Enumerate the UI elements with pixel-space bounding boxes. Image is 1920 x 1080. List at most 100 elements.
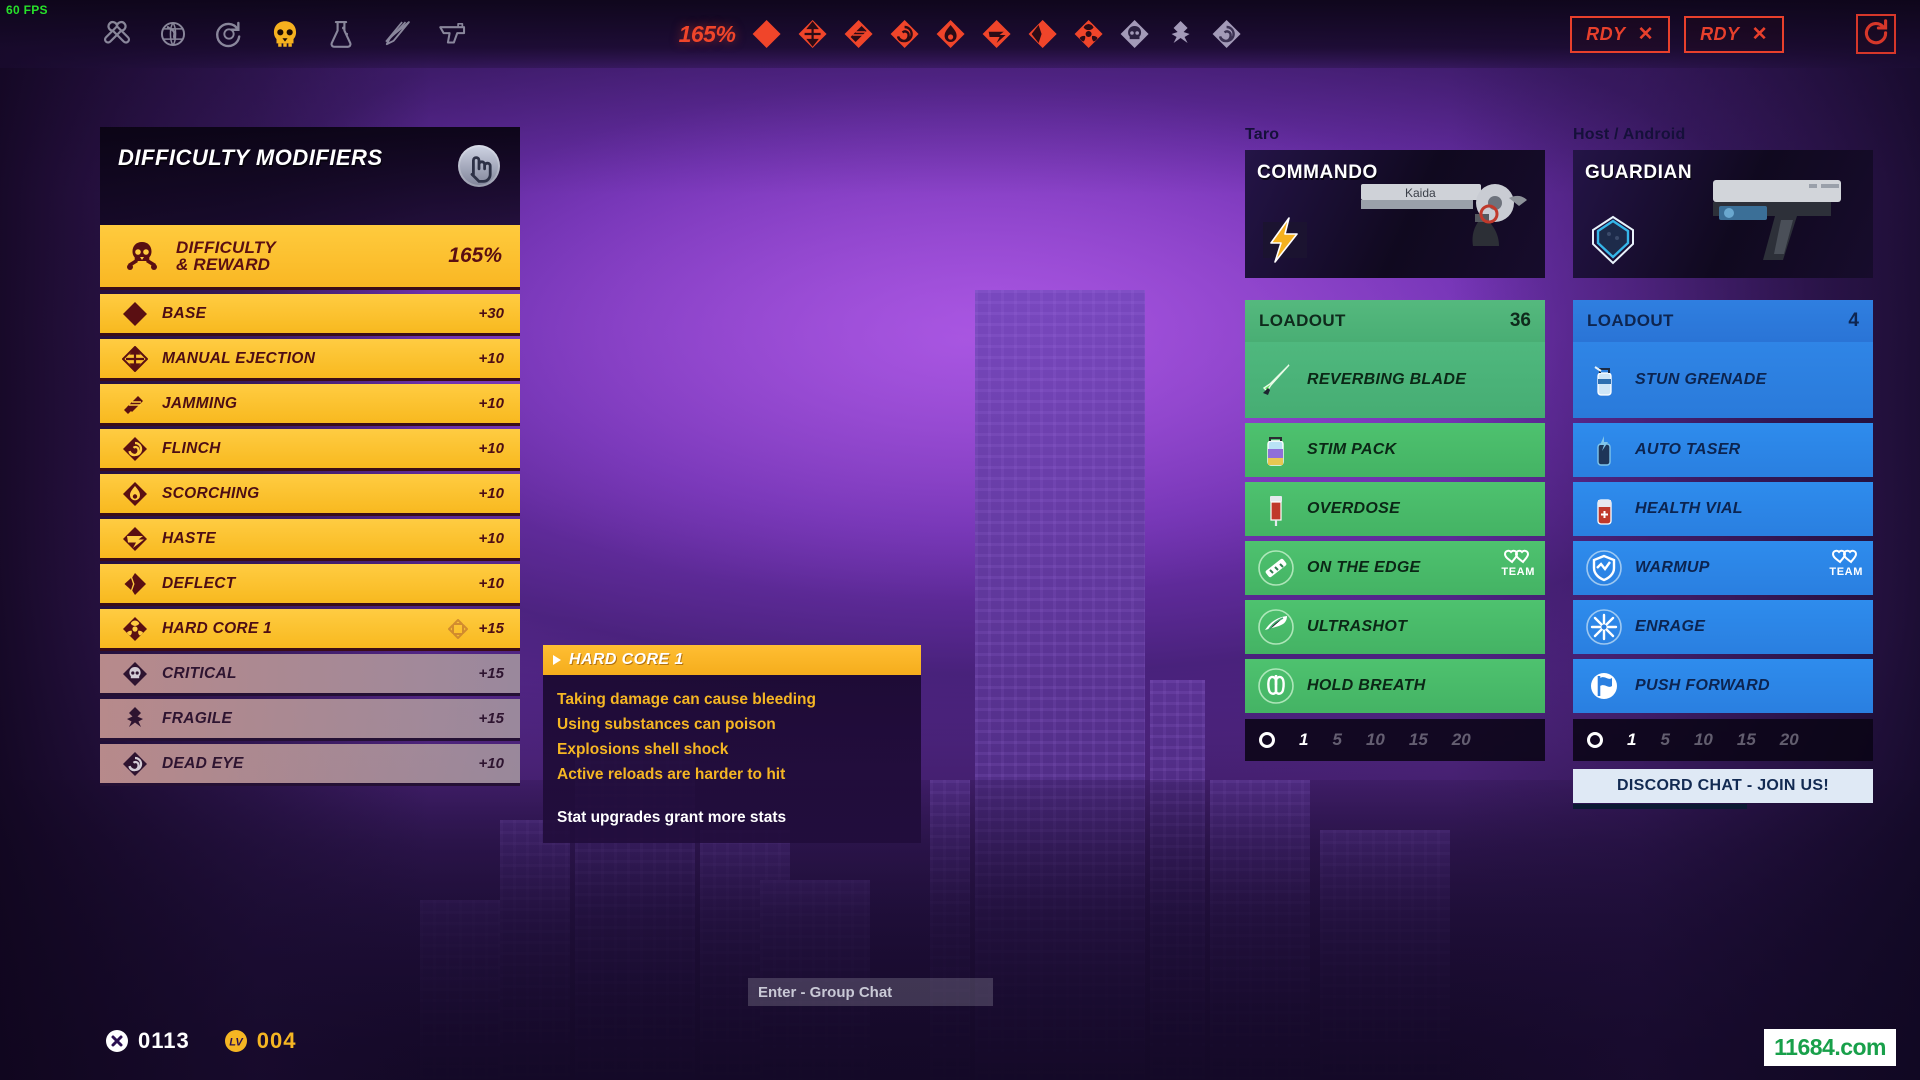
diamond-base-icon[interactable] xyxy=(751,19,781,49)
pistol-icon[interactable] xyxy=(436,17,470,51)
loadout-item[interactable]: PUSH FORWARD xyxy=(1573,659,1873,713)
level-value: 004 xyxy=(256,1028,297,1053)
level-option[interactable]: 20 xyxy=(1452,730,1471,750)
nav-icon-bar[interactable] xyxy=(100,17,470,51)
difficulty-reward-line1: DIFFICULTY xyxy=(176,238,276,257)
restart-icon[interactable] xyxy=(1856,14,1896,54)
level-option[interactable]: 15 xyxy=(1737,730,1756,750)
loadout-item[interactable]: REVERBING BLADE xyxy=(1245,342,1545,418)
modifier-row-hard-core-1[interactable]: HARD CORE 1 +15 xyxy=(100,609,520,651)
knives-icon[interactable] xyxy=(380,17,414,51)
flinch-icon[interactable] xyxy=(889,19,919,49)
close-icon[interactable]: ✕ xyxy=(1752,23,1768,46)
modifier-name: DEAD EYE xyxy=(162,754,244,772)
loadout-header-taro: LOADOUT 36 xyxy=(1245,300,1545,342)
hand-swipe-icon[interactable] xyxy=(458,145,500,187)
modifier-row-jamming[interactable]: JAMMING +10 xyxy=(100,384,520,426)
haste-icon[interactable] xyxy=(981,19,1011,49)
loadout-item-name: OVERDOSE xyxy=(1307,500,1401,517)
ready-label-2: RDY xyxy=(1700,23,1740,44)
push-forward-flag-icon xyxy=(1585,667,1623,705)
loadout-item[interactable]: STUN GRENADE xyxy=(1573,342,1873,418)
skull-icon[interactable] xyxy=(268,17,302,51)
modifier-value: +10 xyxy=(478,395,504,412)
level-option[interactable]: 5 xyxy=(1332,730,1341,750)
stim-pack-icon xyxy=(1257,431,1295,469)
jamming-icon[interactable] xyxy=(843,19,873,49)
modifier-value: +15 xyxy=(478,665,504,682)
ready-button-1[interactable]: RDY ✕ xyxy=(1570,15,1671,53)
difficulty-reward-label: DIFFICULTY & REWARD xyxy=(176,239,448,273)
wrench-tools-icon[interactable] xyxy=(100,17,134,51)
player-class-card[interactable]: GUARDIAN xyxy=(1573,150,1873,278)
manual-ejection-icon xyxy=(121,345,149,372)
ready-button-2[interactable]: RDY ✕ xyxy=(1684,15,1784,53)
group-chat-input[interactable]: Enter - Group Chat xyxy=(748,978,993,1006)
level-option[interactable]: 1 xyxy=(1627,730,1636,750)
enrage-burst-icon xyxy=(1585,608,1623,646)
chat-placeholder: Enter - Group Chat xyxy=(758,983,893,1001)
globe-icon[interactable] xyxy=(156,17,190,51)
critical-icon xyxy=(1119,19,1149,49)
level-option[interactable]: 15 xyxy=(1409,730,1428,750)
player-name: Host / Android xyxy=(1573,126,1686,143)
player-column-host: Host / Android GUARDIAN LOADOUT 4 STUN G… xyxy=(1573,126,1873,809)
difficulty-reward-row[interactable]: DIFFICULTY & REWARD 165% xyxy=(100,225,520,290)
modifier-row-flinch[interactable]: FLINCH +10 xyxy=(100,429,520,471)
modifier-value: +15 xyxy=(478,710,504,727)
modifier-row-dead-eye[interactable]: DEAD EYE +10 xyxy=(100,744,520,786)
modifier-row-scorching[interactable]: SCORCHING +10 xyxy=(100,474,520,516)
deflect-icon[interactable] xyxy=(1027,19,1057,49)
modifier-name: BASE xyxy=(162,304,207,322)
health-vial-icon xyxy=(1585,490,1623,528)
tooltip-body: Taking damage can cause bleeding Using s… xyxy=(543,675,921,843)
level-option[interactable]: 10 xyxy=(1694,730,1713,750)
modifier-row-critical[interactable]: CRITICAL +15 xyxy=(100,654,520,696)
modifier-row-manual-ejection[interactable]: MANUAL EJECTION +10 xyxy=(100,339,520,381)
scorching-icon[interactable] xyxy=(935,19,965,49)
modifier-row-deflect[interactable]: DEFLECT +10 xyxy=(100,564,520,606)
discord-chat-button[interactable]: DISCORD CHAT - JOIN US! xyxy=(1573,769,1873,809)
modifier-name: DEFLECT xyxy=(162,574,236,592)
level-option[interactable]: 5 xyxy=(1660,730,1669,750)
credits-value: 0113 xyxy=(138,1028,190,1053)
loadout-item[interactable]: ULTRASHOT xyxy=(1245,600,1545,654)
modifier-value: +15 xyxy=(478,620,504,637)
level-reset-icon[interactable] xyxy=(1587,732,1603,748)
level-option[interactable]: 20 xyxy=(1780,730,1799,750)
loadout-label: LOADOUT xyxy=(1259,311,1346,330)
haste-icon xyxy=(122,526,148,552)
tooltip-title: HARD CORE 1 xyxy=(569,651,684,668)
loadout-item[interactable]: OVERDOSE xyxy=(1245,482,1545,536)
recycle-icon[interactable] xyxy=(212,17,246,51)
critical-icon xyxy=(122,661,148,687)
level-reset-icon[interactable] xyxy=(1259,732,1275,748)
currency-bar: 0113 LV 004 xyxy=(105,1028,296,1054)
loadout-item-name: ENRAGE xyxy=(1635,618,1706,635)
loadout-item[interactable]: HEALTH VIAL xyxy=(1573,482,1873,536)
modifier-row-base[interactable]: BASE +30 xyxy=(100,294,520,336)
modifier-row-fragile[interactable]: FRAGILE +15 xyxy=(100,699,520,741)
manual-ejection-icon[interactable] xyxy=(797,19,827,49)
level-option[interactable]: 10 xyxy=(1366,730,1385,750)
loadout-item[interactable]: HOLD BREATH xyxy=(1245,659,1545,713)
flask-icon[interactable] xyxy=(324,17,358,51)
close-icon[interactable]: ✕ xyxy=(1638,23,1654,46)
modifier-row-haste[interactable]: HASTE +10 xyxy=(100,519,520,561)
loadout-item[interactable]: ENRAGE xyxy=(1573,600,1873,654)
level-option[interactable]: 1 xyxy=(1299,730,1308,750)
team-label: TEAM xyxy=(1829,566,1863,578)
loadout-item[interactable]: ON THE EDGE TEAM xyxy=(1245,541,1545,595)
ready-label-1: RDY xyxy=(1586,23,1626,44)
loadout-item[interactable]: AUTO TASER xyxy=(1573,423,1873,477)
level-selector-host[interactable]: 1 5 10 15 20 xyxy=(1573,719,1873,761)
hardcore-icon[interactable] xyxy=(1073,19,1103,49)
loadout-item-name: STUN GRENADE xyxy=(1635,371,1767,388)
loadout-item[interactable]: WARMUP TEAM xyxy=(1573,541,1873,595)
player-class-card[interactable]: COMMANDO Kaida xyxy=(1245,150,1545,278)
modifier-name: FRAGILE xyxy=(162,709,233,727)
loadout-label: LOADOUT xyxy=(1587,311,1674,330)
modifier-name: HASTE xyxy=(162,529,217,547)
loadout-item[interactable]: STIM PACK xyxy=(1245,423,1545,477)
level-selector-taro[interactable]: 1 5 10 15 20 xyxy=(1245,719,1545,761)
